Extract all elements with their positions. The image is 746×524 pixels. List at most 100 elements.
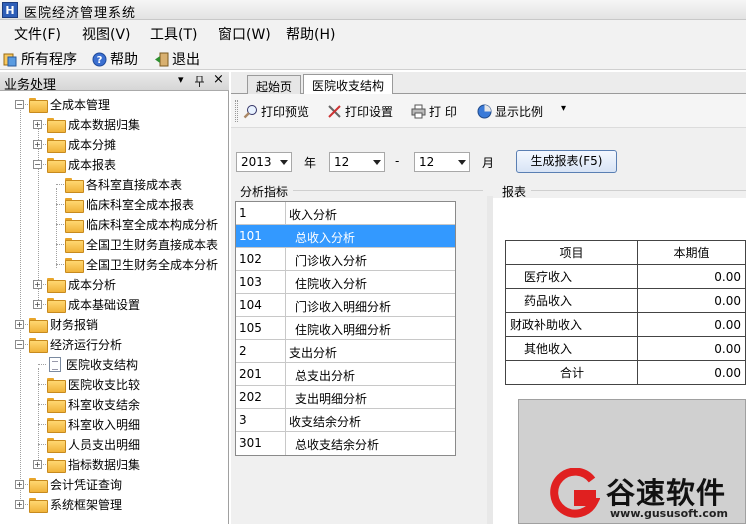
- title-bar: H 医院经济管理系统: [0, 0, 746, 21]
- expand-icon[interactable]: +: [15, 319, 24, 329]
- toolbar-grip[interactable]: [235, 100, 238, 122]
- expand-icon[interactable]: +: [33, 299, 42, 309]
- indicator-row[interactable]: 2 支出分析: [236, 340, 455, 363]
- tree-item-national-direct-cost[interactable]: 全国卫生财务直接成本表: [65, 234, 218, 254]
- menu-file[interactable]: 文件(F): [14, 24, 61, 44]
- tree-item-full-cost-management[interactable]: − 全成本管理: [15, 94, 110, 114]
- all-programs-button[interactable]: 所有程序: [3, 49, 77, 69]
- expand-icon[interactable]: +: [33, 139, 42, 149]
- menu-help[interactable]: 帮助(H): [286, 24, 335, 44]
- indicator-row[interactable]: 103 住院收入分析: [236, 271, 455, 294]
- magnifier-icon: [243, 105, 257, 119]
- tree-item-cost-data-collection[interactable]: + 成本数据归集: [33, 114, 140, 134]
- collapse-icon[interactable]: −: [15, 99, 24, 109]
- tree-item-cost-analysis[interactable]: + 成本分析: [33, 274, 116, 294]
- menu-tools[interactable]: 工具(T): [150, 24, 197, 44]
- exit-icon: [155, 52, 169, 66]
- menu-view[interactable]: 视图(V): [82, 24, 131, 44]
- tree-item-revenue-structure[interactable]: 医院收支结构: [49, 354, 138, 374]
- panel-title: 业务处理: [4, 78, 57, 93]
- svg-text:?: ?: [97, 55, 103, 66]
- menu-window[interactable]: 窗口(W): [218, 24, 271, 44]
- indicator-row[interactable]: 201 总支出分析: [236, 363, 455, 386]
- report-row: 医疗收入 0.00: [505, 264, 746, 289]
- watermark-url: www.gususoft.com: [610, 507, 728, 520]
- tree-item-label: 医院收支比较: [68, 377, 141, 392]
- indicator-row[interactable]: 301 总收支结余分析: [236, 432, 455, 455]
- year-value: 2013: [241, 155, 272, 169]
- expand-icon[interactable]: +: [33, 279, 42, 289]
- tree-item-staff-expense[interactable]: 人员支出明细: [47, 434, 140, 454]
- tree-item-clinical-cost-structure[interactable]: 临床科室全成本构成分析: [65, 214, 218, 234]
- tree-item-system-framework[interactable]: + 系统框架管理: [15, 494, 122, 514]
- indicator-row[interactable]: 202 支出明细分析: [236, 386, 455, 409]
- column-header-item: 项目: [505, 240, 638, 265]
- display-ratio-button[interactable]: 显示比例: [477, 103, 543, 120]
- tree-item-revenue-comparison[interactable]: 医院收支比较: [47, 374, 140, 394]
- indicator-row[interactable]: 104 门诊收入明细分析: [236, 294, 455, 317]
- folder-icon: [65, 237, 84, 253]
- indicator-list: 1 收入分析 101 总收入分析 102 门诊收入分析 103 住院收入分析 104 门诊…: [235, 201, 456, 456]
- tree-item-label: 成本基础设置: [68, 297, 141, 312]
- tree-item-cost-settings[interactable]: + 成本基础设置: [33, 294, 140, 314]
- tree-item-dept-direct-cost[interactable]: 各科室直接成本表: [65, 174, 182, 194]
- print-button[interactable]: 打 印: [411, 103, 457, 120]
- folder-icon: [29, 337, 48, 353]
- print-settings-label: 打印设置: [345, 105, 394, 119]
- expand-icon[interactable]: +: [15, 499, 24, 509]
- indicator-row-selected[interactable]: 101 总收入分析: [236, 225, 455, 248]
- indicator-row[interactable]: 105 住院收入明细分析: [236, 317, 455, 340]
- tab-start-page[interactable]: 起始页: [247, 75, 302, 94]
- month-from-select[interactable]: 12: [329, 152, 385, 172]
- tree-item-reimbursement[interactable]: + 财务报销: [15, 314, 98, 334]
- quick-toolbar: 所有程序 ? 帮助 退出: [0, 46, 746, 70]
- report-total-row: 合计 0.00: [505, 360, 746, 385]
- expand-icon[interactable]: +: [15, 479, 24, 489]
- print-settings-button[interactable]: 打印设置: [327, 103, 393, 120]
- filter-bar: 2013 年 12 - 12 月 生成报表(F5): [231, 128, 746, 178]
- expand-icon[interactable]: +: [33, 459, 42, 469]
- collapse-icon[interactable]: −: [15, 339, 24, 349]
- indicator-row[interactable]: 3 收支结余分析: [236, 409, 455, 432]
- help-icon: ?: [92, 52, 107, 66]
- indicator-row[interactable]: 102 门诊收入分析: [236, 248, 455, 271]
- folder-icon: [47, 157, 66, 173]
- tree-item-indicator-collection[interactable]: + 指标数据归集: [33, 454, 140, 474]
- indicators-section-label: 分析指标: [240, 185, 289, 199]
- document-icon: [49, 356, 61, 372]
- tab-strip: 起始页 医院收支结构: [231, 72, 746, 95]
- tree-item-label: 全国卫生财务直接成本表: [86, 237, 219, 252]
- watermark: 谷速软件 www.gususoft.com: [548, 466, 746, 524]
- tree-item-voucher-query[interactable]: + 会计凭证查询: [15, 474, 122, 494]
- tab-revenue-structure[interactable]: 医院收支结构: [303, 74, 394, 95]
- tree-item-label: 医院收支结构: [66, 357, 139, 372]
- tree-item-dept-balance[interactable]: 科室收支结余: [47, 394, 140, 414]
- month-to-value: 12: [419, 155, 435, 169]
- panel-close-icon[interactable]: ×: [213, 72, 224, 87]
- generate-report-button[interactable]: 生成报表(F5): [516, 150, 617, 173]
- year-select[interactable]: 2013: [236, 152, 292, 172]
- collapse-icon[interactable]: −: [33, 159, 42, 169]
- indicator-row[interactable]: 1 收入分析: [236, 202, 455, 225]
- year-label: 年: [304, 156, 317, 170]
- tree-item-clinical-full-cost[interactable]: 临床科室全成本报表: [65, 194, 194, 214]
- tree-item-economic-analysis[interactable]: − 经济运行分析: [15, 334, 122, 354]
- tree-item-label: 科室收入明细: [68, 417, 141, 432]
- column-header-current: 本期值: [637, 240, 746, 265]
- panel-dropdown-icon[interactable]: ▾: [178, 73, 184, 86]
- business-panel: 业务处理 ▾ × − 全成本管理 + 成本数据归集 + 成本分摊 − 成本报表 …: [0, 72, 229, 524]
- help-button[interactable]: ? 帮助: [92, 49, 138, 69]
- tree-item-cost-reports[interactable]: − 成本报表: [33, 154, 116, 174]
- toolbar-more-button[interactable]: ▾: [561, 103, 566, 114]
- tree-item-dept-income-detail[interactable]: 科室收入明细: [47, 414, 140, 434]
- tree-item-label: 经济运行分析: [50, 337, 123, 352]
- window-title: 医院经济管理系统: [24, 6, 137, 21]
- expand-icon[interactable]: +: [33, 119, 42, 129]
- exit-button[interactable]: 退出: [154, 49, 200, 69]
- month-to-select[interactable]: 12: [414, 152, 470, 172]
- range-separator: -: [395, 154, 400, 168]
- tree-item-national-full-cost[interactable]: 全国卫生财务全成本分析: [65, 254, 218, 274]
- pin-icon[interactable]: [195, 76, 204, 87]
- tree-item-cost-allocation[interactable]: + 成本分摊: [33, 134, 116, 154]
- print-preview-button[interactable]: 打印预览: [243, 103, 309, 120]
